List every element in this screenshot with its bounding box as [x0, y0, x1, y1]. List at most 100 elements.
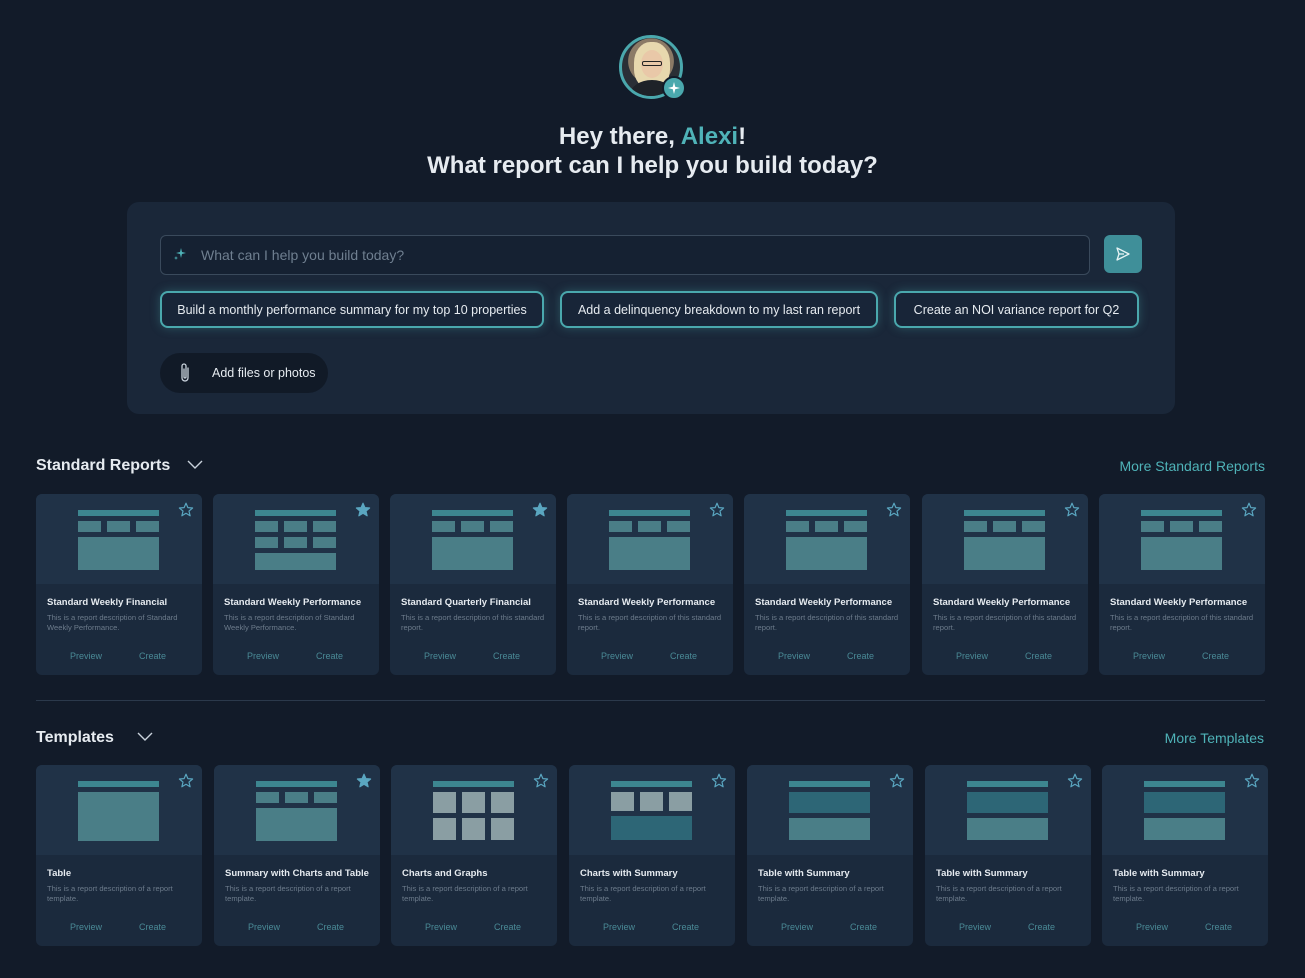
preview-button[interactable]: Preview — [603, 922, 635, 932]
card-description: This is a report description of this sta… — [1110, 613, 1254, 632]
report-card[interactable]: Table This is a report description of a r… — [36, 765, 202, 946]
star-filled-icon[interactable] — [532, 502, 548, 518]
sparkle-icon — [173, 247, 201, 264]
card-description: This is a report description of a report… — [1113, 884, 1239, 903]
create-button[interactable]: Create — [316, 651, 343, 661]
card-title: Standard Weekly Performance — [1110, 597, 1248, 608]
card-description: This is a report description of this sta… — [933, 613, 1077, 632]
card-description: This is a report description of Standard… — [224, 613, 355, 632]
prompt-input[interactable] — [201, 236, 1089, 274]
create-button[interactable]: Create — [139, 922, 166, 932]
create-button[interactable]: Create — [494, 922, 521, 932]
card-title: Table with Summary — [936, 868, 1028, 879]
card-description: This is a report description of a report… — [936, 884, 1062, 903]
suggestion-chip-monthly-summary[interactable]: Build a monthly performance summary for … — [160, 291, 544, 328]
preview-button[interactable]: Preview — [425, 922, 457, 932]
preview-button[interactable]: Preview — [248, 922, 280, 932]
preview-button[interactable]: Preview — [1133, 651, 1165, 661]
card-title: Standard Weekly Financial — [47, 597, 168, 608]
card-title: Standard Weekly Performance — [224, 597, 362, 608]
preview-button[interactable]: Preview — [70, 651, 102, 661]
preview-button[interactable]: Preview — [601, 651, 633, 661]
card-description: This is a report description of this sta… — [755, 613, 899, 632]
create-button[interactable]: Create — [1205, 922, 1232, 932]
report-card[interactable]: Standard Weekly Performance This is a rep… — [567, 494, 733, 675]
chevron-down-icon[interactable] — [187, 459, 203, 471]
create-button[interactable]: Create — [1202, 651, 1229, 661]
card-description: This is a report description of a report… — [580, 884, 706, 903]
report-card[interactable]: Standard Quarterly Financial This is a re… — [390, 494, 556, 675]
create-button[interactable]: Create — [139, 651, 166, 661]
report-card[interactable]: Standard Weekly Performance This is a rep… — [744, 494, 910, 675]
greeting-heading: Hey there, Alexi! What report can I help… — [0, 122, 1305, 180]
report-card[interactable]: Summary with Charts and Table This is a r… — [214, 765, 380, 946]
card-title: Charts and Graphs — [402, 868, 488, 879]
add-files-label: Add files or photos — [212, 366, 316, 380]
card-title: Standard Quarterly Financial — [401, 597, 531, 608]
send-button[interactable] — [1104, 235, 1142, 273]
card-title: Standard Weekly Performance — [578, 597, 716, 608]
preview-button[interactable]: Preview — [70, 922, 102, 932]
star-icon[interactable] — [1244, 773, 1260, 789]
create-button[interactable]: Create — [670, 651, 697, 661]
star-icon[interactable] — [178, 773, 194, 789]
create-button[interactable]: Create — [317, 922, 344, 932]
card-title: Summary with Charts and Table — [225, 868, 369, 879]
report-card[interactable]: Table with Summary This is a report descr… — [747, 765, 913, 946]
card-title: Table with Summary — [1113, 868, 1205, 879]
report-card[interactable]: Table with Summary This is a report descr… — [925, 765, 1091, 946]
more-standard-reports-link[interactable]: More Standard Reports — [1065, 458, 1265, 474]
card-description: This is a report description of this sta… — [401, 613, 545, 632]
report-card[interactable]: Standard Weekly Performance This is a rep… — [1099, 494, 1265, 675]
report-card[interactable]: Charts and Graphs This is a report descri… — [391, 765, 557, 946]
create-button[interactable]: Create — [493, 651, 520, 661]
preview-button[interactable]: Preview — [778, 651, 810, 661]
card-title: Standard Weekly Performance — [933, 597, 1071, 608]
star-icon[interactable] — [889, 773, 905, 789]
card-description: This is a report description of a report… — [758, 884, 884, 903]
suggestion-chip-delinquency[interactable]: Add a delinquency breakdown to my last r… — [560, 291, 878, 328]
preview-button[interactable]: Preview — [1136, 922, 1168, 932]
star-icon[interactable] — [533, 773, 549, 789]
paperclip-icon — [178, 362, 194, 384]
star-filled-icon[interactable] — [356, 773, 372, 789]
preview-button[interactable]: Preview — [956, 651, 988, 661]
card-title: Table — [47, 868, 72, 879]
report-card[interactable]: Standard Weekly Performance This is a rep… — [213, 494, 379, 675]
report-card[interactable]: Standard Weekly Financial This is a repor… — [36, 494, 202, 675]
prompt-input-box[interactable] — [160, 235, 1090, 275]
chevron-down-icon[interactable] — [137, 731, 153, 743]
report-card[interactable]: Charts with Summary This is a report desc… — [569, 765, 735, 946]
more-templates-link[interactable]: More Templates — [1064, 730, 1264, 746]
suggestion-chip-noi-variance[interactable]: Create an NOI variance report for Q2 — [894, 291, 1139, 328]
card-title: Standard Weekly Performance — [755, 597, 893, 608]
preview-button[interactable]: Preview — [424, 651, 456, 661]
card-title: Charts with Summary — [580, 868, 678, 879]
star-icon[interactable] — [1064, 502, 1080, 518]
star-icon[interactable] — [1067, 773, 1083, 789]
star-icon[interactable] — [1241, 502, 1257, 518]
create-button[interactable]: Create — [850, 922, 877, 932]
create-button[interactable]: Create — [1025, 651, 1052, 661]
star-filled-icon[interactable] — [355, 502, 371, 518]
star-icon[interactable] — [709, 502, 725, 518]
create-button[interactable]: Create — [672, 922, 699, 932]
star-icon[interactable] — [886, 502, 902, 518]
add-files-button[interactable]: Add files or photos — [160, 353, 328, 393]
greeting-question: What report can I help you build today? — [427, 152, 878, 179]
preview-button[interactable]: Preview — [247, 651, 279, 661]
star-icon[interactable] — [178, 502, 194, 518]
templates-title: Templates — [36, 729, 114, 746]
sparkle-icon — [662, 76, 686, 100]
standard-reports-title: Standard Reports — [36, 457, 171, 474]
user-name: Alexi — [680, 123, 739, 150]
card-title: Table with Summary — [758, 868, 850, 879]
star-icon[interactable] — [711, 773, 727, 789]
card-description: This is a report description of this sta… — [578, 613, 722, 632]
report-card[interactable]: Standard Weekly Performance This is a rep… — [922, 494, 1088, 675]
report-card[interactable]: Table with Summary This is a report descr… — [1102, 765, 1268, 946]
preview-button[interactable]: Preview — [959, 922, 991, 932]
create-button[interactable]: Create — [847, 651, 874, 661]
preview-button[interactable]: Preview — [781, 922, 813, 932]
create-button[interactable]: Create — [1028, 922, 1055, 932]
